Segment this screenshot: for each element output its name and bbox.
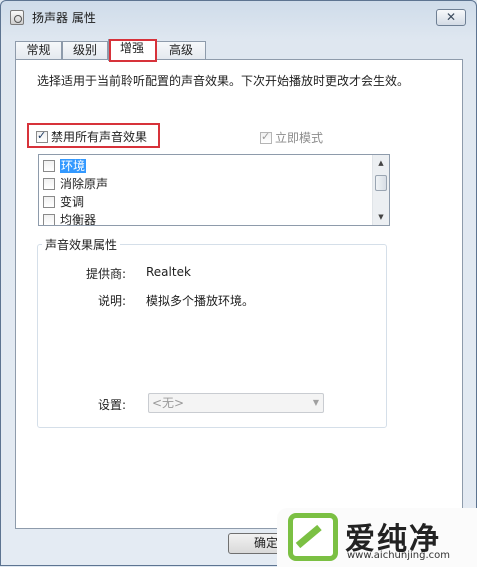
disable-all-effects-highlight: 禁用所有声音效果 (27, 123, 160, 148)
list-item[interactable]: 均衡器 (39, 209, 389, 225)
tab-enhancements[interactable]: 增强 (108, 39, 156, 61)
tab-advanced[interactable]: 高级 (156, 41, 206, 60)
window-title: 扬声器 属性 (32, 11, 96, 25)
watermark: 爱纯净 www.aichunjing.com (277, 508, 477, 567)
immediate-mode-checkbox (260, 130, 272, 144)
immediate-mode-label: 立即模式 (275, 131, 324, 145)
group-title: 声音效果属性 (42, 236, 121, 253)
list-scrollbar[interactable]: ▲ ▼ (372, 155, 389, 225)
description-value: 模拟多个播放环境。 (146, 294, 255, 308)
scroll-down-icon[interactable]: ▼ (373, 209, 389, 225)
effect-label[interactable]: 消除原声 (60, 177, 108, 191)
list-item[interactable]: 消除原声 (39, 173, 389, 191)
disable-all-effects-checkbox[interactable] (36, 129, 48, 143)
tab-general[interactable]: 常规 (15, 41, 62, 60)
close-icon: ✕ (445, 10, 457, 24)
effects-list[interactable]: 环境 消除原声 变调 均衡器 ▲ ▼ (38, 154, 390, 226)
enhancements-panel: 选择适用于当前聆听配置的声音效果。下次开始播放时更改才会生效。 禁用所有声音效果… (15, 59, 463, 529)
scroll-thumb[interactable] (375, 175, 387, 191)
close-button[interactable]: ✕ (436, 9, 466, 26)
description-label: 说明: (98, 294, 127, 308)
effect-label[interactable]: 环境 (60, 159, 87, 173)
disable-all-effects-label[interactable]: 禁用所有声音效果 (51, 130, 147, 144)
speaker-properties-icon (10, 10, 24, 25)
chevron-down-icon: ▼ (312, 398, 319, 407)
title-bar[interactable]: 扬声器 属性 ✕ (1, 1, 476, 33)
effect-label[interactable]: 均衡器 (60, 213, 96, 225)
list-item[interactable]: 环境 (39, 155, 389, 173)
provider-value: Realtek (146, 265, 191, 279)
setting-value: <无> (152, 396, 185, 410)
provider-label: 提供商: (86, 267, 127, 281)
enhancement-description: 选择适用于当前聆听配置的声音效果。下次开始播放时更改才会生效。 (37, 74, 410, 88)
setting-dropdown: <无> ▼ (148, 393, 324, 413)
setting-label: 设置: (98, 398, 127, 412)
properties-dialog: 扬声器 属性 ✕ 常规 级别 增强 高级 选择适用于当前聆听配置的声音效果。下次… (0, 0, 477, 567)
brand-logo-icon (288, 513, 338, 561)
effect-checkbox[interactable] (43, 159, 55, 172)
list-item[interactable]: 变调 (39, 191, 389, 209)
tab-levels[interactable]: 级别 (62, 41, 108, 60)
immediate-mode: 立即模式 (260, 129, 323, 146)
effect-checkbox[interactable] (43, 213, 55, 225)
watermark-url: www.aichunjing.com (347, 550, 450, 561)
effect-properties-group: 声音效果属性 提供商: Realtek 说明: 模拟多个播放环境。 设置: <无… (37, 236, 387, 428)
effect-checkbox[interactable] (43, 195, 55, 208)
effect-checkbox[interactable] (43, 177, 55, 190)
effect-label[interactable]: 变调 (60, 195, 84, 209)
scroll-up-icon[interactable]: ▲ (373, 155, 389, 171)
